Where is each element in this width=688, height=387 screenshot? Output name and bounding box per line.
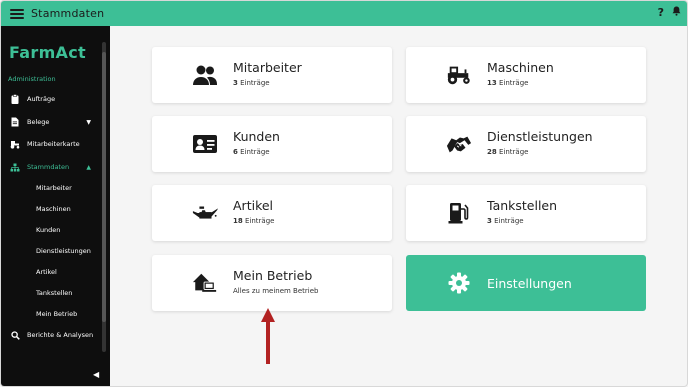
gear-icon bbox=[446, 271, 472, 295]
sidebar-subitem-mitarbeiter[interactable]: Mitarbeiter bbox=[36, 184, 72, 192]
annotation-arrow-icon bbox=[261, 308, 275, 364]
sidebar-item-label: Mitarbeiterkarte bbox=[27, 140, 80, 148]
chevron-left-icon[interactable]: ◀ bbox=[93, 370, 99, 379]
tractor-icon bbox=[10, 139, 20, 149]
card-title: Maschinen bbox=[487, 60, 554, 75]
card-count: 6 Einträge bbox=[233, 148, 270, 156]
oil-can-icon bbox=[192, 201, 218, 225]
hamburger-menu-icon[interactable] bbox=[10, 8, 24, 19]
caret-up-icon: ▲ bbox=[86, 164, 91, 171]
home-laptop-icon bbox=[192, 271, 218, 295]
sidebar-item-berichte[interactable]: Berichte & Analysen bbox=[1, 326, 101, 344]
card-count: 18 Einträge bbox=[233, 217, 275, 225]
card-dienstleistungen[interactable]: Dienstleistungen 28 Einträge bbox=[406, 116, 646, 172]
card-title: Dienstleistungen bbox=[487, 129, 593, 144]
sidebar-subitem-artikel[interactable]: Artikel bbox=[36, 268, 57, 276]
card-subtitle: Alles zu meinem Betrieb bbox=[233, 287, 319, 295]
card-title: Mitarbeiter bbox=[233, 60, 302, 75]
sidebar-subitem-maschinen[interactable]: Maschinen bbox=[36, 205, 71, 213]
card-count: 28 Einträge bbox=[487, 148, 529, 156]
handshake-icon bbox=[446, 132, 472, 156]
card-count: 3 Einträge bbox=[487, 217, 524, 225]
bell-icon[interactable] bbox=[672, 6, 681, 19]
sidebar-item-stammdaten[interactable]: Stammdaten ▲ bbox=[1, 158, 101, 176]
card-count: 3 Einträge bbox=[233, 79, 270, 87]
card-einstellungen[interactable]: Einstellungen bbox=[406, 255, 646, 311]
sidebar-scrollbar[interactable] bbox=[102, 42, 106, 352]
clipboard-icon bbox=[10, 94, 20, 104]
document-icon bbox=[10, 117, 20, 127]
sidebar-subitem-mein-betrieb[interactable]: Mein Betrieb bbox=[36, 310, 77, 318]
card-kunden[interactable]: Kunden 6 Einträge bbox=[152, 116, 392, 172]
caret-down-icon: ▼ bbox=[86, 119, 91, 126]
card-mitarbeiter[interactable]: Mitarbeiter 3 Einträge bbox=[152, 47, 392, 103]
tractor-icon bbox=[446, 63, 472, 87]
sidebar-item-auftraege[interactable]: Aufträge bbox=[1, 90, 101, 108]
sidebar-subitem-kunden[interactable]: Kunden bbox=[36, 226, 60, 234]
id-card-icon bbox=[192, 132, 218, 156]
sidebar-item-belege[interactable]: Belege ▼ bbox=[1, 113, 101, 131]
sidebar-subitem-dienstleistungen[interactable]: Dienstleistungen bbox=[36, 247, 91, 255]
app-logo[interactable]: FarmAct bbox=[9, 43, 86, 62]
scrollbar-thumb[interactable] bbox=[102, 52, 106, 322]
sidebar-item-label: Aufträge bbox=[27, 95, 56, 103]
card-title: Tankstellen bbox=[487, 198, 558, 213]
card-artikel[interactable]: Artikel 18 Einträge bbox=[152, 185, 392, 241]
card-title: Kunden bbox=[233, 129, 280, 144]
card-count: 13 Einträge bbox=[487, 79, 529, 87]
sidebar-subitem-tankstellen[interactable]: Tankstellen bbox=[36, 289, 72, 297]
sitemap-icon bbox=[10, 162, 20, 172]
card-title: Artikel bbox=[233, 198, 274, 213]
gas-pump-icon bbox=[446, 201, 472, 225]
app-window: Stammdaten ? FarmAct Administration Auft… bbox=[0, 0, 688, 387]
card-tankstellen[interactable]: Tankstellen 3 Einträge bbox=[406, 185, 646, 241]
card-title: Einstellungen bbox=[487, 276, 572, 291]
sidebar: FarmAct Administration Aufträge Belege ▼… bbox=[1, 26, 110, 386]
sidebar-section-label: Administration bbox=[8, 75, 56, 83]
users-icon bbox=[192, 63, 218, 87]
card-title: Mein Betrieb bbox=[233, 268, 313, 283]
card-maschinen[interactable]: Maschinen 13 Einträge bbox=[406, 47, 646, 103]
help-icon[interactable]: ? bbox=[658, 6, 664, 19]
search-icon bbox=[10, 330, 20, 340]
sidebar-item-label: Stammdaten bbox=[27, 163, 70, 171]
sidebar-item-mitarbeiterkarte[interactable]: Mitarbeiterkarte bbox=[1, 135, 101, 153]
sidebar-item-label: Belege bbox=[27, 118, 50, 126]
card-mein-betrieb[interactable]: Mein Betrieb Alles zu meinem Betrieb bbox=[152, 255, 392, 311]
top-bar: Stammdaten ? bbox=[1, 1, 687, 26]
page-title: Stammdaten bbox=[31, 7, 105, 20]
sidebar-item-label: Berichte & Analysen bbox=[27, 331, 94, 339]
